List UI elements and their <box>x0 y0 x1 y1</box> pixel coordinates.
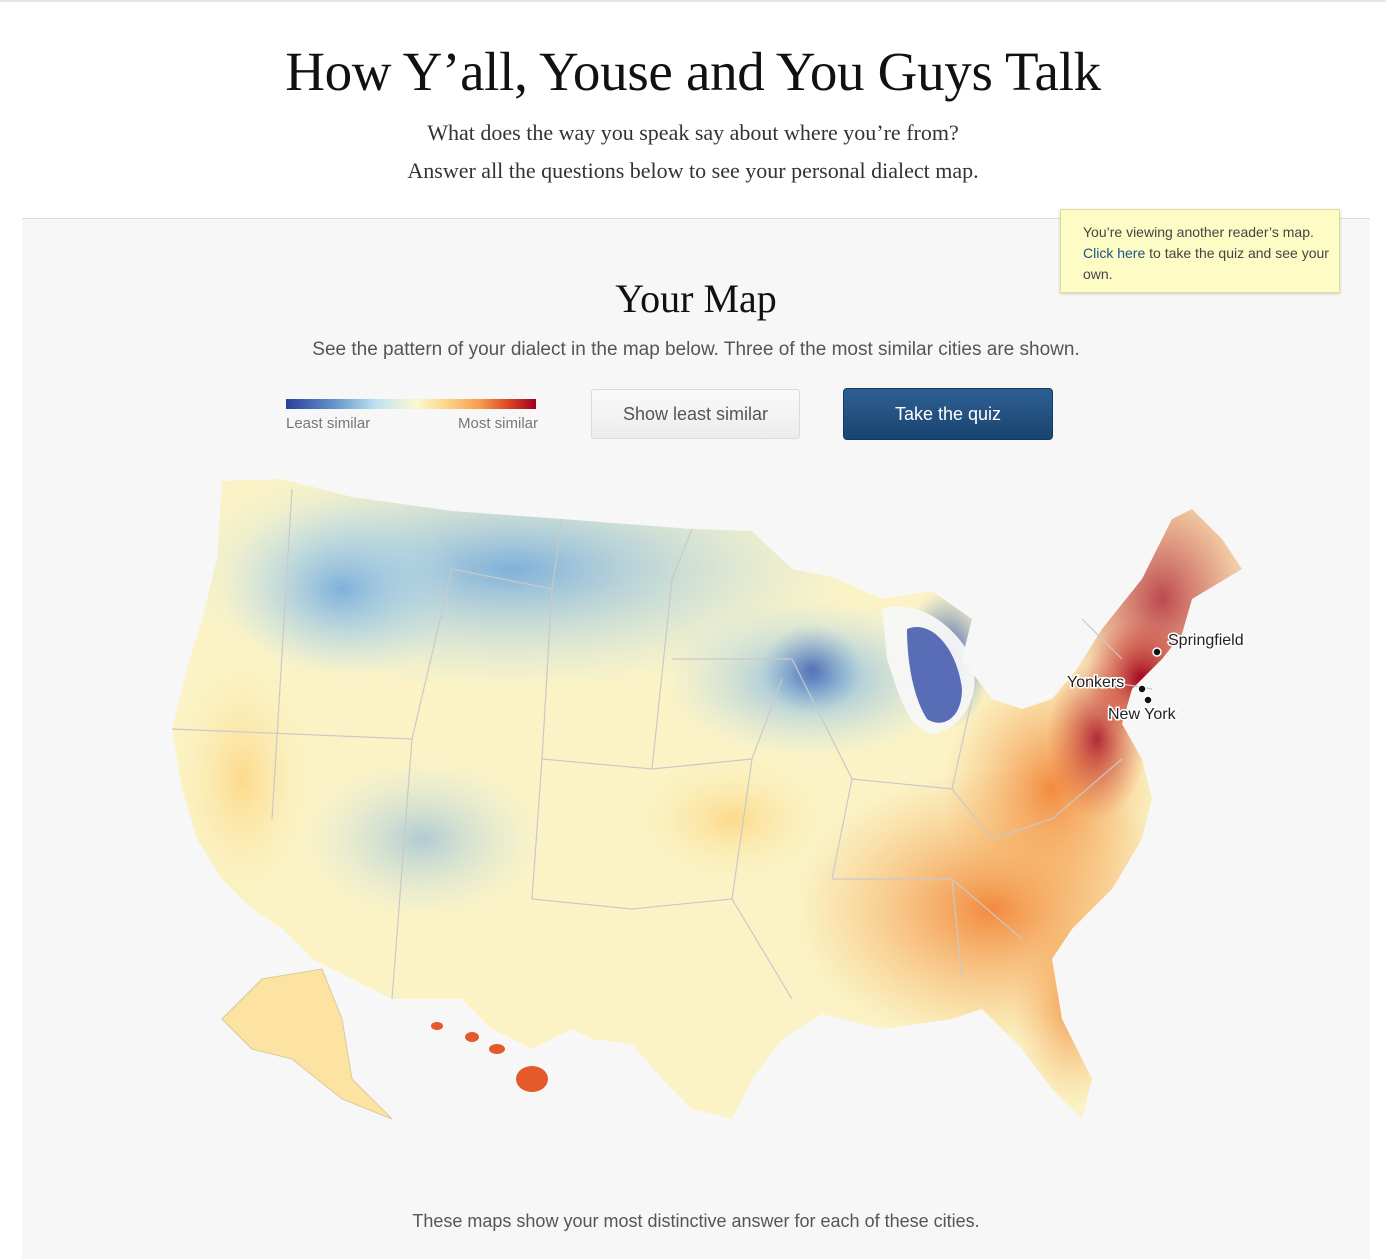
similarity-legend: Least similar Most similar <box>286 399 538 439</box>
map-footer-note: These maps show your most distinctive an… <box>412 1211 980 1231</box>
take-quiz-button[interactable]: Take the quiz <box>843 388 1053 440</box>
map-description: See the pattern of your dialect in the m… <box>312 339 1080 360</box>
page-title: How Y’all, Youse and You Guys Talk <box>285 41 1101 102</box>
subtitle-line-2: Answer all the questions below to see yo… <box>407 158 979 183</box>
notice-text-before: You’re viewing another reader’s map. <box>1083 224 1314 240</box>
show-least-similar-button[interactable]: Show least similar <box>591 389 800 439</box>
city-label-new-york: New York <box>1108 706 1177 723</box>
city-label-yonkers: Yonkers <box>1067 674 1124 691</box>
subtitle-line-1: What does the way you speak say about wh… <box>427 120 959 145</box>
legend-least-label: Least similar <box>286 415 371 432</box>
map-panel: You’re viewing another reader’s map. Cli… <box>22 209 1370 1259</box>
city-label-springfield: Springfield <box>1168 632 1244 649</box>
notice-click-here-link[interactable]: Click here <box>1083 245 1145 261</box>
map-title: Your Map <box>615 276 777 321</box>
legend-color-bar <box>286 399 536 409</box>
legend-most-label: Most similar <box>457 415 538 432</box>
dialect-map: Springfield Yonkers New York <box>171 479 1245 1120</box>
header: How Y’all, Youse and You Guys Talk What … <box>0 0 1386 218</box>
